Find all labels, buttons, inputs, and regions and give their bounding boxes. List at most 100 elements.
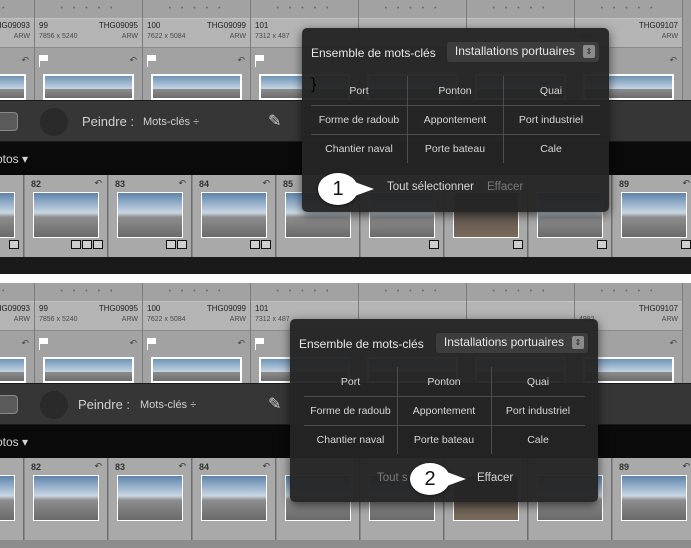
rotate-icon[interactable]: ↶ <box>21 338 29 349</box>
thumbnail[interactable] <box>151 74 242 100</box>
keyword-appontement[interactable]: Appontement <box>407 105 503 134</box>
filmstrip-cell[interactable]: 83 ↶ <box>109 175 192 257</box>
painter-icon[interactable] <box>40 391 68 419</box>
cell-index: 101 <box>255 21 269 30</box>
filmstrip-thumbnail[interactable] <box>33 192 99 238</box>
flag-icon[interactable] <box>147 338 157 350</box>
rotate-icon[interactable]: ↶ <box>682 178 690 189</box>
grid-cell[interactable]: • • • • • THG09093 ARW ↶ <box>0 0 35 100</box>
filmstrip-thumbnail[interactable] <box>0 475 15 521</box>
keyword-ponton[interactable]: Ponton <box>397 367 491 396</box>
keyword-set-select[interactable]: Installations portuaires ⇕ <box>435 333 588 353</box>
grid-cell[interactable]: • • • • • 100 THG09099 7622 x 5084 ARW ↶ <box>143 283 251 383</box>
grid-cell[interactable]: • • • • • 99 THG09095 7856 x 5240 ARW ↶ <box>35 0 143 100</box>
cell-dimensions: 7312 x 487 <box>255 316 290 323</box>
rotate-icon[interactable]: ↶ <box>237 338 245 349</box>
rotate-icon[interactable]: ↶ <box>178 461 186 472</box>
thumbnail[interactable] <box>43 357 134 383</box>
flag-icon[interactable] <box>255 338 265 350</box>
cell-filename: THG09099 <box>206 304 246 313</box>
keyword-port[interactable]: Port <box>304 367 397 396</box>
keyword-porte-bateau[interactable]: Porte bateau <box>397 425 491 454</box>
rotate-icon[interactable]: ↶ <box>94 461 102 472</box>
rotate-icon[interactable]: ↶ <box>178 178 186 189</box>
filmstrip-source-label[interactable]: otos ▾ <box>0 435 28 449</box>
select-all-button[interactable]: Tout sélectionner <box>387 181 474 193</box>
thumbnail[interactable] <box>151 357 242 383</box>
pointer-arrow <box>444 471 466 487</box>
badge-icons <box>8 240 19 251</box>
filmstrip-cell[interactable]: 83 ↶ <box>109 458 192 540</box>
keyword-forme-de-radoub[interactable]: Forme de radoub <box>311 105 407 134</box>
rotate-icon[interactable]: ↶ <box>21 55 29 66</box>
filmstrip-thumbnail[interactable] <box>201 475 267 521</box>
rotate-icon[interactable]: ↶ <box>669 55 677 66</box>
filmstrip-cell[interactable]: 82 ↶ <box>25 458 108 540</box>
filmstrip-cell[interactable]: 89 ↶ <box>613 175 691 257</box>
keyword-port-industriel[interactable]: Port industriel <box>491 396 585 425</box>
rotate-icon[interactable]: ↶ <box>129 55 137 66</box>
rotate-icon[interactable]: ↶ <box>94 178 102 189</box>
keyword-port[interactable]: Port <box>311 76 407 105</box>
filmstrip-cell[interactable]: 89 ↶ <box>613 458 691 540</box>
painter-icon[interactable] <box>40 108 68 136</box>
thumbnail[interactable] <box>43 74 134 100</box>
filmstrip-cell[interactable]: 84 ↶ <box>193 175 276 257</box>
filmstrip-thumbnail[interactable] <box>33 475 99 521</box>
rating-dots: • • • • • <box>60 5 117 12</box>
flag-icon[interactable] <box>147 55 157 67</box>
flag-icon[interactable] <box>39 338 49 350</box>
rotate-icon[interactable]: ↶ <box>237 55 245 66</box>
filmstrip-thumbnail[interactable] <box>117 192 183 238</box>
keyword-chantier-naval[interactable]: Chantier naval <box>311 134 407 163</box>
keyword-quai[interactable]: Quai <box>503 76 599 105</box>
flag-icon[interactable] <box>255 55 265 67</box>
keyword-cale[interactable]: Cale <box>491 425 585 454</box>
clear-button[interactable]: Effacer <box>477 472 513 484</box>
filmstrip-thumbnail[interactable] <box>201 192 267 238</box>
paint-target-select[interactable]: Mots-clés ÷ <box>140 399 196 411</box>
filmstrip-cell[interactable]: 84 ↶ <box>193 458 276 540</box>
flag-icon[interactable] <box>39 55 49 67</box>
paint-target-select[interactable]: Mots-clés ÷ <box>143 116 199 128</box>
rotate-icon[interactable]: ↶ <box>129 338 137 349</box>
grid-cell[interactable]: • • • • • 99 THG09095 7856 x 5240 ARW ↶ <box>35 283 143 383</box>
keyword-port-industriel[interactable]: Port industriel <box>503 105 599 134</box>
filmstrip-thumbnail[interactable] <box>117 475 183 521</box>
rotate-icon[interactable]: ↶ <box>682 461 690 472</box>
keyword-appontement[interactable]: Appontement <box>397 396 491 425</box>
filmstrip-cell[interactable]: 82 ↶ <box>25 175 108 257</box>
rotate-icon[interactable]: ↶ <box>669 338 677 349</box>
thumbnail[interactable] <box>0 74 26 100</box>
cell-index: 99 <box>39 304 48 313</box>
keyword-set-title: Ensemble de mots-clés <box>299 337 424 351</box>
filmstrip-thumbnail[interactable] <box>0 192 15 238</box>
grid-cell[interactable]: • • • • • THG09093 ARW ↶ <box>0 283 35 383</box>
filmstrip-source-label[interactable]: otos ▾ <box>0 152 28 166</box>
rotate-icon[interactable]: ↶ <box>262 461 270 472</box>
clear-button[interactable]: Effacer <box>487 181 523 193</box>
keyword-set-select[interactable]: Installations portuaires ⇕ <box>446 42 599 62</box>
filmstrip-thumbnail[interactable] <box>621 475 687 521</box>
filmstrip-cell[interactable] <box>0 458 24 540</box>
cell-dimensions: 7856 x 5240 <box>39 316 78 323</box>
select-all-button[interactable]: Tout s <box>377 472 408 484</box>
thumbnail[interactable] <box>0 357 26 383</box>
eyedropper-icon[interactable]: ✎ <box>268 111 281 131</box>
rating-dots: • • • • • <box>600 5 657 12</box>
keyword-chantier-naval[interactable]: Chantier naval <box>304 425 397 454</box>
filmstrip-thumbnail[interactable] <box>621 192 687 238</box>
rotate-icon[interactable]: ↶ <box>262 178 270 189</box>
view-mode-icon[interactable] <box>0 395 18 414</box>
rating-dots: • • • • • <box>492 5 549 12</box>
filmstrip-footer <box>0 257 691 274</box>
keyword-forme-de-radoub[interactable]: Forme de radoub <box>304 396 397 425</box>
keyword-cale[interactable]: Cale <box>503 134 599 163</box>
view-mode-icon[interactable] <box>0 112 18 131</box>
filmstrip-cell[interactable] <box>0 175 24 257</box>
eyedropper-icon[interactable]: ✎ <box>268 394 281 414</box>
keyword-quai[interactable]: Quai <box>491 367 585 396</box>
grid-cell[interactable]: • • • • • 100 THG09099 7622 x 5084 ARW ↶ <box>143 0 251 100</box>
keyword-porte-bateau[interactable]: Porte bateau <box>407 134 503 163</box>
keyword-ponton[interactable]: Ponton <box>407 76 503 105</box>
